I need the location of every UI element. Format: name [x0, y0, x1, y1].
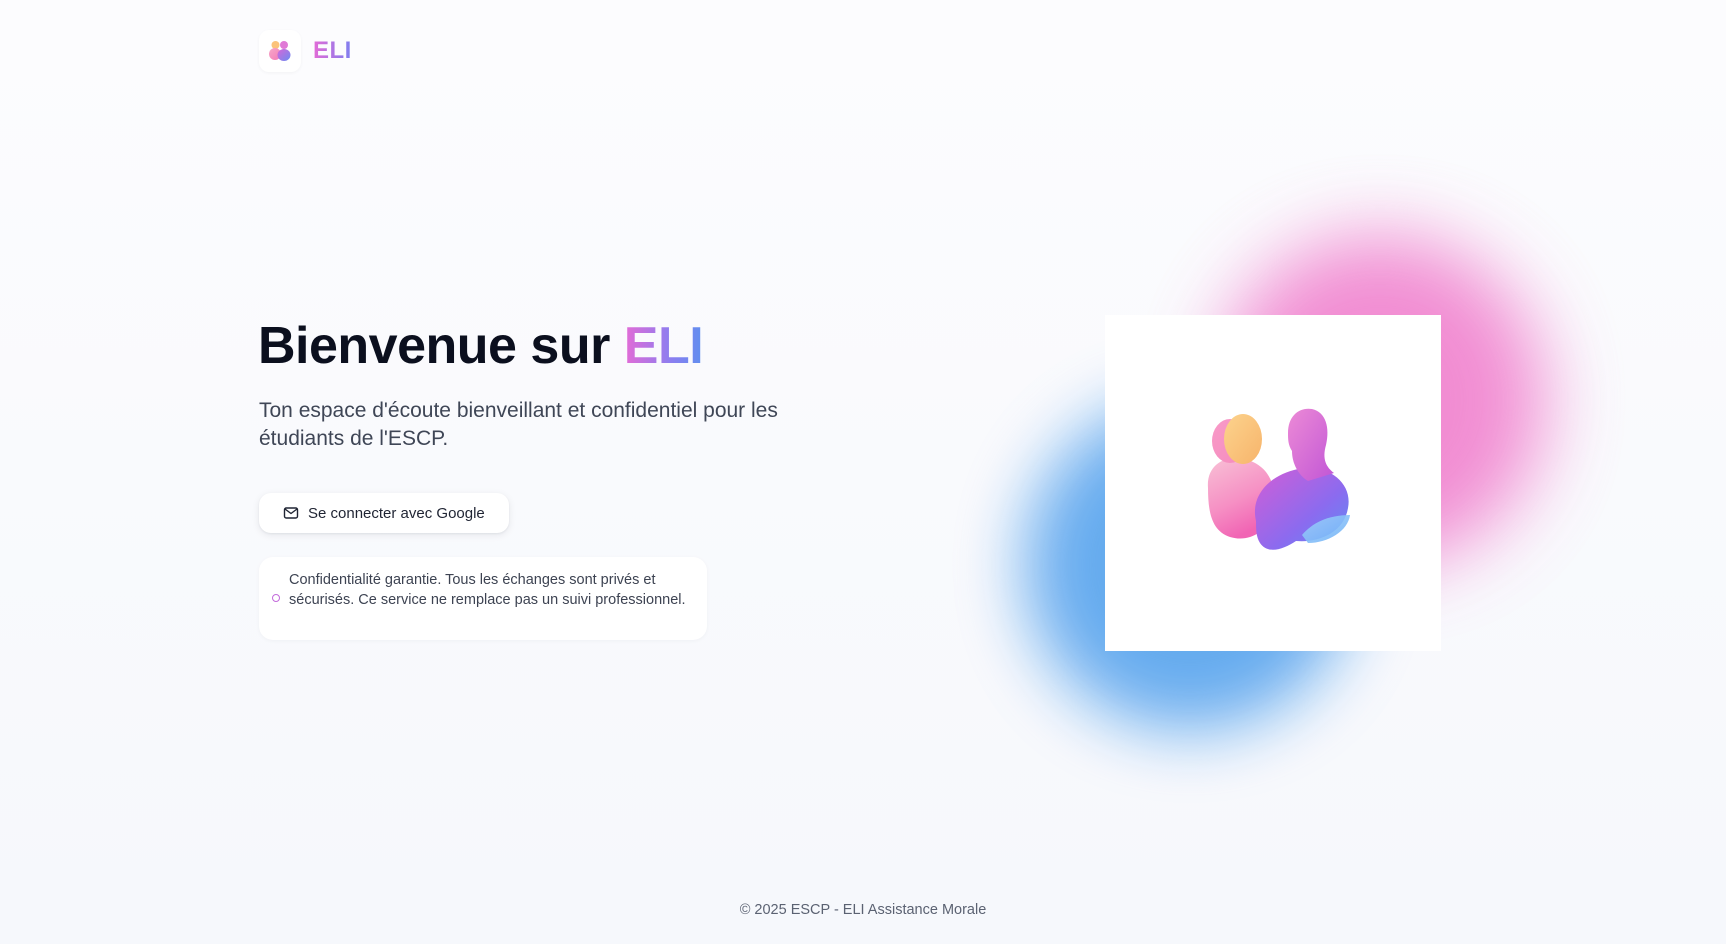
brand-header[interactable]: ELI [259, 30, 352, 72]
page-title-accent: ELI [623, 317, 704, 375]
two-people-icon [259, 30, 301, 72]
page-subtitle: Ton espace d'écoute bienveillant et conf… [259, 399, 778, 450]
page-title-prefix: Bienvenue sur [258, 317, 624, 375]
page-title: Bienvenue sur ELI [258, 316, 704, 376]
google-login-label: Se connecter avec Google [308, 504, 485, 522]
login-page: ELI Bienvenue sur ELI Ton espace d'écout… [0, 0, 1726, 944]
circle-icon [272, 594, 280, 602]
two-people-illustration [1207, 408, 1350, 550]
google-login-button[interactable]: Se connecter avec Google [259, 493, 509, 533]
illustration-card [1105, 315, 1441, 651]
footer-copyright: © 2025 ESCP - ELI Assistance Morale [739, 902, 987, 918]
mail-icon [283, 505, 299, 521]
privacy-notice-text: Confidentialité garantie. Tous les échan… [289, 572, 686, 608]
privacy-notice: Confidentialité garantie. Tous les échan… [259, 557, 707, 640]
brand-name: ELI [313, 37, 352, 64]
